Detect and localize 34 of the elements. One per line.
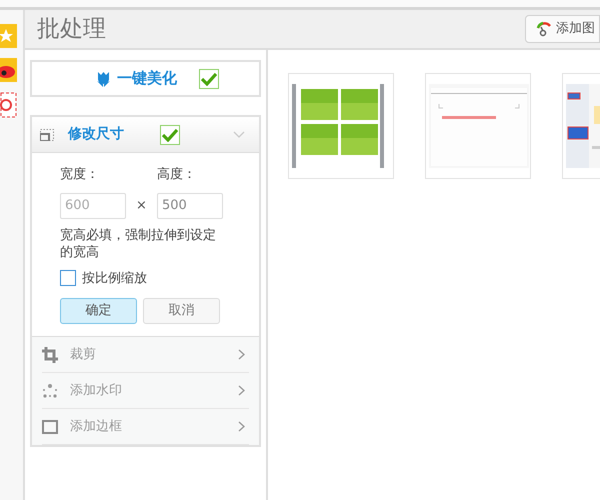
- chevron-right-icon: [238, 421, 245, 432]
- tool-label: 裁剪: [70, 346, 96, 364]
- stars-icon: [42, 382, 58, 398]
- height-label: 高度：: [157, 166, 196, 184]
- checkbox[interactable]: [60, 270, 76, 286]
- keep-ratio-option[interactable]: 按比例缩放: [60, 268, 231, 288]
- tool-label: 添加水印: [70, 382, 122, 400]
- thumbnail-frame[interactable]: [288, 73, 394, 179]
- checkbox[interactable]: [199, 68, 219, 88]
- chevron-right-icon: [238, 349, 245, 360]
- tool-item[interactable]: 添加水印: [42, 373, 249, 409]
- add-image-button[interactable]: 添加图: [525, 15, 600, 43]
- times-sign: ×: [135, 196, 148, 215]
- flower-icon: [96, 70, 111, 86]
- tool-item[interactable]: 添加边框: [42, 409, 249, 445]
- height-field[interactable]: 500: [157, 192, 223, 218]
- checkbox[interactable]: [160, 124, 180, 144]
- width-field[interactable]: 600: [60, 192, 126, 218]
- resize-note: 宽高必填，强制拉伸到设定的宽高: [60, 226, 217, 260]
- gauge-icon: [536, 21, 552, 37]
- thumbnail-frame[interactable]: [425, 73, 531, 179]
- tool-item[interactable]: 裁剪: [42, 337, 249, 373]
- chevron-right-icon: [238, 385, 245, 396]
- width-label: 宽度：: [60, 166, 100, 184]
- eye-logo-icon[interactable]: [0, 58, 17, 82]
- page-title: 批处理: [37, 14, 106, 44]
- tool-label: 添加边框: [70, 418, 122, 436]
- crop-icon: [42, 346, 58, 362]
- resize-icon: [40, 128, 54, 140]
- cancel-button[interactable]: 取消: [143, 298, 220, 324]
- confirm-button[interactable]: 确定: [60, 298, 137, 324]
- beautify-label[interactable]: 一键美化: [96, 67, 177, 90]
- square-icon: [42, 420, 58, 434]
- resize-label: 修改尺寸: [68, 125, 124, 144]
